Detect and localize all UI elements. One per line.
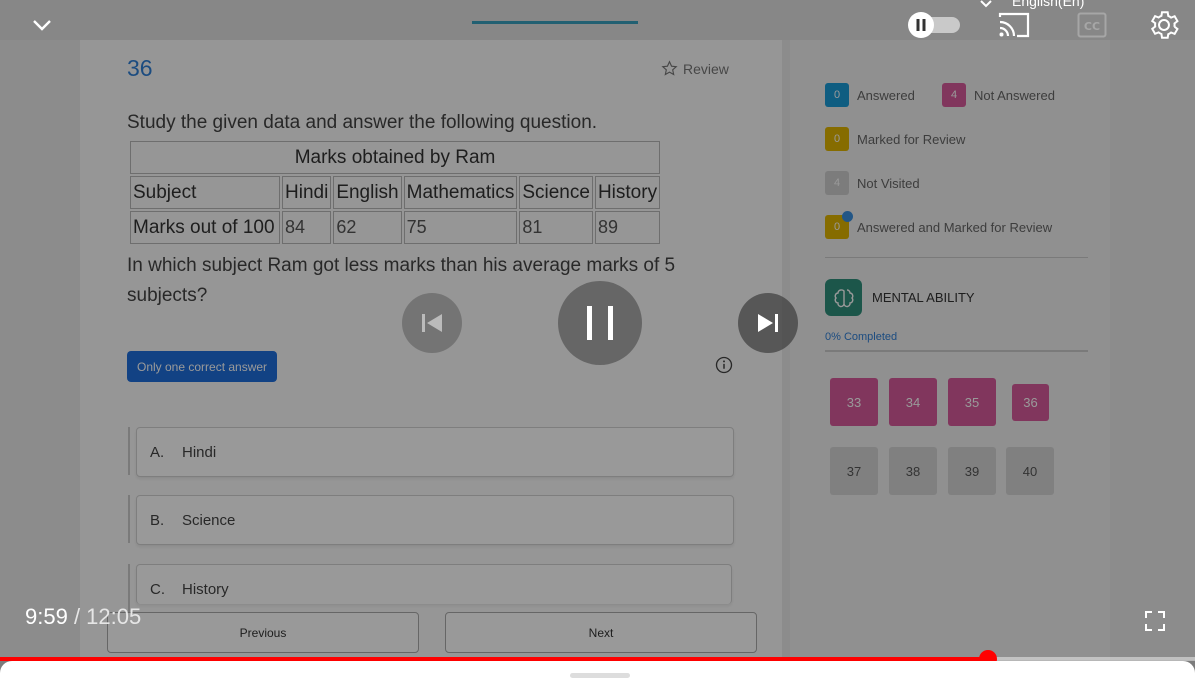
time-separator: / xyxy=(67,604,87,629)
current-time: 9:59 xyxy=(25,604,68,629)
language-text: English(En) xyxy=(1012,0,1085,9)
pause-icon xyxy=(587,306,613,340)
duration: 12:05 xyxy=(86,604,142,629)
bottom-sheet xyxy=(0,661,1195,684)
chevron-down-icon xyxy=(980,0,992,8)
fullscreen-icon[interactable] xyxy=(1145,611,1165,631)
play-pause-button[interactable] xyxy=(558,281,642,365)
autoplay-toggle-icon[interactable] xyxy=(906,11,962,39)
time-display: 9:59 / 12:05 xyxy=(25,604,141,630)
cast-icon[interactable] xyxy=(997,11,1031,39)
previous-video-button[interactable] xyxy=(402,293,462,353)
next-video-button[interactable] xyxy=(738,293,798,353)
chevron-down-icon[interactable] xyxy=(31,15,53,35)
svg-text:CC: CC xyxy=(1084,20,1100,33)
skip-next-icon xyxy=(758,314,778,332)
gear-icon[interactable] xyxy=(1147,8,1181,42)
language-label[interactable]: English(En) xyxy=(980,0,1085,9)
captions-icon[interactable]: CC xyxy=(1077,12,1107,38)
skip-previous-icon xyxy=(422,314,442,332)
drag-handle[interactable] xyxy=(570,673,630,678)
